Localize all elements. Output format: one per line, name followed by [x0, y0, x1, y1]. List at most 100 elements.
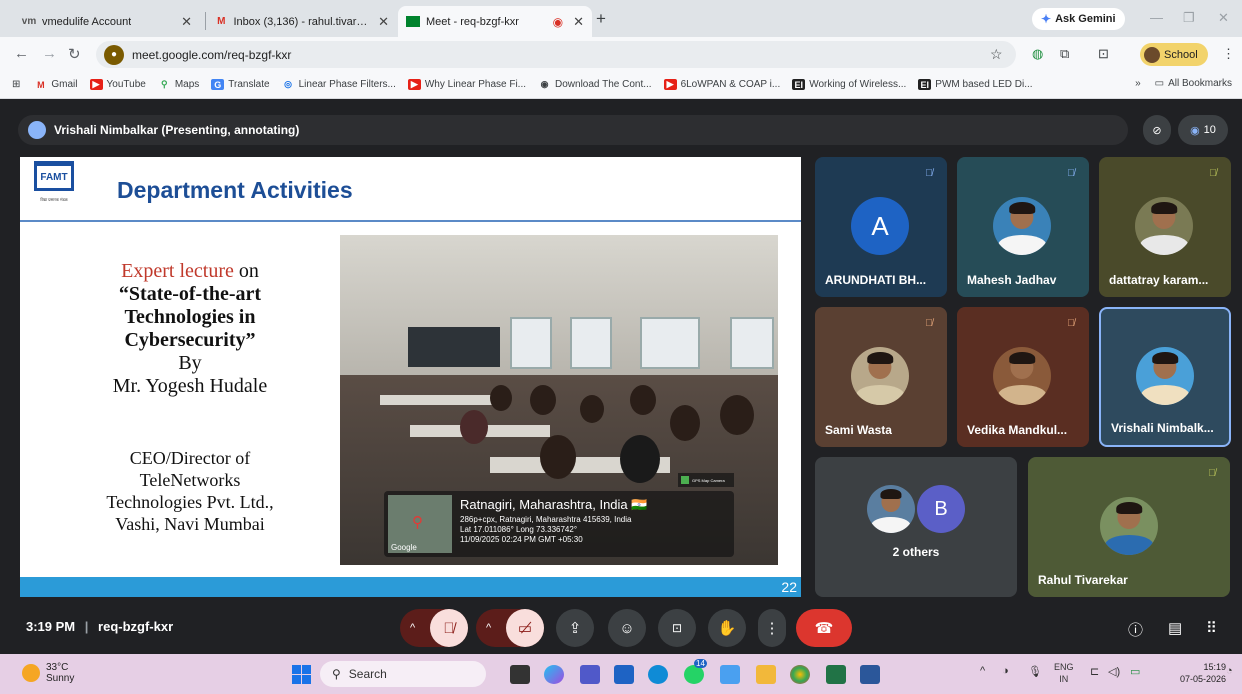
bookmark-gmail[interactable]: M Gmail — [34, 79, 77, 90]
extension-icon[interactable]: ◍ — [1032, 46, 1043, 62]
meeting-details-icon[interactable]: ⓘ — [1128, 619, 1143, 640]
profile-button[interactable]: School — [1140, 43, 1208, 66]
slide-footer: 22 — [20, 577, 801, 597]
divider — [20, 220, 801, 222]
tray-overflow-icon[interactable]: ^ — [980, 665, 985, 677]
all-bookmarks-button[interactable]: ▭ All Bookmarks — [1155, 78, 1232, 89]
others-tile[interactable]: B 2 others — [815, 457, 1017, 597]
copilot-icon[interactable] — [544, 665, 564, 684]
camera-options-chevron-icon[interactable]: ^ — [486, 622, 491, 634]
present-screen-button[interactable]: ⇪ — [556, 609, 594, 647]
omnibox[interactable]: ● meet.google.com/req-bzgf-kxr — [96, 41, 1016, 68]
presenter-bar[interactable]: Vrishali Nimbalkar (Presenting, annotati… — [18, 115, 1128, 145]
mic-options-chevron-icon[interactable]: ^ — [410, 622, 415, 634]
bookmark-linear-phase[interactable]: ◎ Linear Phase Filters... — [282, 79, 396, 90]
tab-meet[interactable]: Meet - req-bzgf-kxr ◉ ✕ — [398, 6, 592, 37]
forward-icon[interactable]: → — [42, 45, 57, 62]
participant-tile[interactable]: 🎙̸ dattatray karam... — [1099, 157, 1231, 297]
tab-vmedulife[interactable]: vm vmedulife Account ✕ — [14, 6, 200, 37]
volume-icon[interactable]: ◁) — [1108, 665, 1120, 678]
participants-button[interactable]: ◉ 10 — [1178, 115, 1228, 145]
more-options-button[interactable]: ⋮ — [758, 609, 786, 647]
whatsapp-icon[interactable]: 14 — [684, 659, 707, 684]
url-text: meet.google.com/req-bzgf-kxr — [132, 47, 292, 62]
photos-icon[interactable] — [720, 665, 740, 684]
bookmark-download[interactable]: ◉ Download The Cont... — [538, 79, 652, 90]
tab-inbox[interactable]: M Inbox (3,136) - rahul.tivarekar@ ✕ — [207, 6, 397, 37]
presented-slide: FAMT विद्या प्रसारक मंडळ Department Acti… — [20, 157, 801, 597]
raise-hand-button[interactable]: ✋ — [708, 609, 746, 647]
bookmark-label: Download The Cont... — [555, 79, 652, 90]
store-icon[interactable] — [614, 665, 634, 684]
bookmark-translate[interactable]: G Translate — [211, 79, 270, 90]
reactions-button[interactable]: ☺ — [608, 609, 646, 647]
notifications-icon[interactable]: ◔ — [1226, 665, 1233, 677]
participant-tile[interactable]: 🎙̸ A ARUNDHATI BH... — [815, 157, 947, 297]
tab-search-icon[interactable]: ⊡ — [1098, 46, 1109, 62]
photo-window — [510, 317, 552, 369]
participant-tile[interactable]: 🎙̸ Sami Wasta — [815, 307, 947, 447]
apps-grid-icon[interactable]: ⊞ — [12, 79, 20, 90]
participant-tile[interactable]: 🎙̸ Mahesh Jadhav — [957, 157, 1089, 297]
bookmark-why-linear[interactable]: ▶ Why Linear Phase Fi... — [407, 79, 526, 90]
bookmark-youtube[interactable]: ▶ YouTube — [89, 79, 146, 90]
all-bookmarks-label: All Bookmarks — [1168, 78, 1232, 89]
menu-kebab-icon[interactable]: ⋮ — [1222, 46, 1235, 62]
presenter-label: Vrishali Nimbalkar (Presenting, annotati… — [54, 123, 300, 137]
excel-icon[interactable] — [826, 665, 846, 684]
weather-widget[interactable]: 33°C Sunny — [22, 662, 74, 684]
edge-icon[interactable] — [648, 665, 668, 684]
tray-app-icon[interactable]: ◑ — [1002, 665, 1009, 677]
teams-icon[interactable] — [580, 665, 600, 684]
camera-off-icon[interactable]: ▭̸ — [506, 609, 544, 647]
minimize-icon[interactable]: — — [1150, 10, 1163, 25]
participant-name: Sami Wasta — [825, 423, 892, 437]
bookmark-6lowpan[interactable]: ▶ 6LoWPAN & COAP i... — [663, 79, 780, 90]
close-window-icon[interactable]: ✕ — [1218, 10, 1229, 26]
word-icon[interactable] — [860, 665, 880, 684]
language-indicator[interactable]: ENG IN — [1054, 661, 1074, 685]
hide-presentation-button[interactable]: ⊘ — [1143, 115, 1171, 145]
participant-tile[interactable]: 🎙̸ Rahul Tivarekar — [1028, 457, 1230, 597]
on-text: on — [233, 260, 259, 282]
gps-badge-text: GPS Map Camera — [692, 477, 725, 483]
classroom-photo: GPS Map Camera ⚲ Google Ratnagiri, Mahar… — [340, 235, 778, 565]
start-button[interactable] — [292, 665, 311, 684]
close-tab-icon[interactable]: ✕ — [378, 14, 389, 30]
mic-off-icon[interactable]: 🎙̸ — [430, 609, 468, 647]
restore-icon[interactable]: ❐ — [1183, 10, 1195, 26]
extensions-puzzle-icon[interactable]: ⧉ — [1060, 46, 1069, 62]
gmail-icon: M — [37, 79, 45, 90]
close-tab-icon[interactable]: ✕ — [573, 14, 584, 30]
map-pin-icon: ⚲ — [412, 514, 423, 531]
microphone-icon[interactable]: 🎙 — [1028, 665, 1042, 678]
task-view-icon[interactable] — [510, 665, 530, 684]
taskbar-search[interactable]: ⚲ Search — [320, 661, 486, 687]
new-tab-button[interactable]: + — [596, 9, 606, 29]
participant-tile[interactable]: 🎙̸ Vedika Mandkul... — [957, 307, 1089, 447]
captions-button[interactable]: ⊡ — [658, 609, 696, 647]
tab-title: Inbox (3,136) - rahul.tivarekar@ — [233, 15, 372, 28]
ask-gemini-button[interactable]: ✦ Ask Gemini — [1032, 8, 1125, 30]
back-icon[interactable]: ← — [14, 45, 29, 62]
file-explorer-icon[interactable] — [756, 665, 776, 684]
battery-icon[interactable]: ▭ — [1130, 665, 1140, 678]
system-clock[interactable]: 15:19 07-05-2026 — [1180, 661, 1226, 685]
clock-time: 15:19 — [1203, 662, 1227, 672]
participant-tile-active[interactable]: Vrishali Nimbalk... — [1099, 307, 1231, 447]
leave-call-button[interactable]: ☎ — [796, 609, 852, 647]
bookmark-star-icon[interactable]: ☆ — [990, 46, 1003, 63]
network-icon[interactable]: ⊏ — [1090, 665, 1099, 678]
bookmark-maps[interactable]: ⚲ Maps — [158, 79, 199, 90]
activities-icon[interactable]: ⠿ — [1206, 619, 1217, 637]
site-permission-icon[interactable]: ● — [104, 44, 124, 65]
more-bookmarks-button[interactable]: » — [1135, 78, 1141, 89]
close-tab-icon[interactable]: ✕ — [181, 14, 192, 30]
bookmark-wireless[interactable]: EI Working of Wireless... — [792, 79, 906, 90]
mic-off-icon: 🎙̸ — [925, 167, 933, 179]
chrome-icon[interactable] — [790, 665, 810, 684]
reload-icon[interactable]: ↻ — [68, 45, 81, 63]
participant-name: Vrishali Nimbalk... — [1111, 421, 1214, 435]
chat-icon[interactable]: ▤ — [1168, 619, 1182, 637]
bookmark-pwm[interactable]: EI PWM based LED Di... — [918, 79, 1033, 90]
